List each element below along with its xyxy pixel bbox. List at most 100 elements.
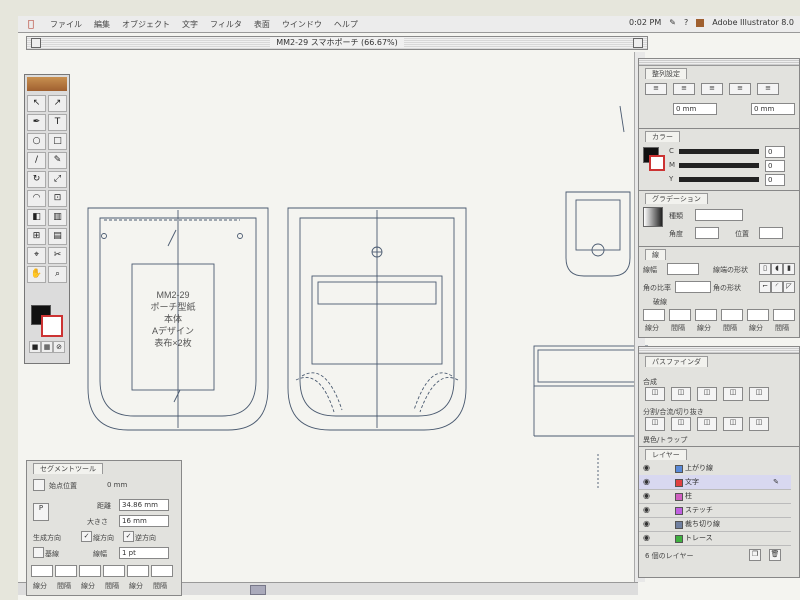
seg-dash-field-1[interactable] — [31, 565, 53, 577]
color-mode-icon[interactable]: ■ — [29, 341, 41, 353]
pathfinder-panel-tab[interactable]: パスファインダ — [645, 356, 708, 367]
seg-dash-field-3[interactable] — [127, 565, 149, 577]
close-box-icon[interactable] — [31, 38, 41, 48]
color-stroke-swatch[interactable] — [649, 155, 665, 171]
seg-gap-field-3[interactable] — [151, 565, 173, 577]
menu-file[interactable]: ファイル — [50, 19, 82, 30]
stroke-color-swatch[interactable] — [41, 315, 63, 337]
app-name[interactable]: Adobe Illustrator 8.0 — [712, 18, 794, 27]
unite-button[interactable]: ◫ — [645, 387, 665, 401]
weight-field[interactable]: 1 pt — [119, 547, 169, 559]
gap-field-1[interactable] — [669, 309, 691, 321]
reverse-checkbox[interactable]: ✓ — [123, 531, 134, 542]
none-mode-icon[interactable]: ⊘ — [53, 341, 65, 353]
pencil-tool-icon[interactable]: ✎ — [48, 152, 67, 169]
scissors-tool-icon[interactable]: ✂ — [48, 247, 67, 264]
eye-icon[interactable]: ◉ — [643, 503, 650, 517]
seg-gap-field-1[interactable] — [55, 565, 77, 577]
scroll-thumb[interactable] — [250, 585, 266, 595]
align-value-1[interactable]: 0 mm — [673, 103, 717, 115]
align-top-button[interactable]: ≡ — [729, 83, 751, 95]
color-panel-tab[interactable]: カラー — [645, 131, 680, 142]
eye-icon[interactable]: ◉ — [643, 461, 650, 475]
zoom-box-icon[interactable] — [633, 38, 643, 48]
stroke-miter-field[interactable] — [675, 281, 711, 293]
eye-icon[interactable]: ◉ — [643, 475, 650, 489]
trim-button[interactable]: ◫ — [671, 417, 691, 431]
cap-butt-button[interactable]: ▯ — [759, 263, 771, 275]
menu-object[interactable]: オブジェクト — [122, 19, 170, 30]
stroke-weight-field[interactable] — [667, 263, 699, 275]
layer-row[interactable]: ◉ ステッチ — [639, 503, 791, 518]
gradient-panel-tab[interactable]: グラデーション — [645, 193, 708, 204]
minus-back-button[interactable]: ◫ — [749, 387, 769, 401]
corner-miter-button[interactable]: ⌐ — [759, 281, 771, 293]
rectangle-tool-icon[interactable]: □ — [48, 133, 67, 150]
menu-filter[interactable]: フィルタ — [210, 19, 242, 30]
layer-row[interactable]: ◉ 上がり線 — [639, 461, 791, 476]
corner-round-button[interactable]: ◜ — [771, 281, 783, 293]
zoom-tool-icon[interactable]: ⌕ — [48, 266, 67, 283]
help-icon[interactable]: ? — [684, 18, 688, 27]
gap-field-3[interactable] — [773, 309, 795, 321]
segment-p-button[interactable]: P — [33, 503, 49, 521]
exclude-button[interactable]: ◫ — [697, 387, 717, 401]
align-center-button[interactable]: ≡ — [673, 83, 695, 95]
eye-icon[interactable]: ◉ — [643, 531, 650, 545]
app-icon[interactable] — [696, 18, 705, 27]
cap-square-button[interactable]: ▮ — [783, 263, 795, 275]
rotate-tool-icon[interactable]: ↻ — [27, 171, 46, 188]
color-c-slider[interactable] — [679, 149, 759, 154]
cap-round-button[interactable]: ◖ — [771, 263, 783, 275]
distance-field[interactable]: 34.86 mm — [119, 499, 169, 511]
align-panel-tab[interactable]: 整列設定 — [645, 68, 687, 79]
gap-field-2[interactable] — [721, 309, 743, 321]
gradient-angle-field[interactable] — [695, 227, 719, 239]
apple-menu-icon[interactable]:  — [24, 19, 38, 30]
brush-tool-icon[interactable]: / — [27, 152, 46, 169]
baseline-checkbox[interactable] — [33, 547, 44, 558]
direct-selection-tool-icon[interactable]: ↗ — [48, 95, 67, 112]
menu-effect[interactable]: 表面 — [254, 19, 270, 30]
align-value-2[interactable]: 0 mm — [751, 103, 795, 115]
menu-edit[interactable]: 編集 — [94, 19, 110, 30]
intersect-button[interactable]: ◫ — [671, 387, 691, 401]
crop-button[interactable]: ◫ — [723, 417, 743, 431]
size-field[interactable]: 16 mm — [119, 515, 169, 527]
warp-tool-icon[interactable]: ◠ — [27, 190, 46, 207]
color-m-slider[interactable] — [679, 163, 759, 168]
stroke-panel-tab[interactable]: 線 — [645, 249, 666, 260]
color-y-field[interactable]: 0 — [765, 174, 785, 186]
free-transform-tool-icon[interactable]: ⊡ — [48, 190, 67, 207]
segment-panel-tab[interactable]: セグメントツール — [33, 463, 103, 474]
seg-dash-field-2[interactable] — [79, 565, 101, 577]
dash-field-3[interactable] — [747, 309, 769, 321]
seg-gap-field-2[interactable] — [103, 565, 125, 577]
dash-field-2[interactable] — [695, 309, 717, 321]
layer-row[interactable]: ◉ 裁ち切り線 — [639, 517, 791, 532]
eyedropper-tool-icon[interactable]: ⌖ — [27, 247, 46, 264]
gradient-mesh-tool-icon[interactable]: ⊞ — [27, 228, 46, 245]
scale-tool-icon[interactable]: ⤢ — [48, 171, 67, 188]
menu-help[interactable]: ヘルプ — [334, 19, 358, 30]
gradient-tool-icon[interactable]: ▤ — [48, 228, 67, 245]
layer-row[interactable]: ◉ 文字 ✎ — [639, 475, 791, 490]
ellipse-tool-icon[interactable]: ○ — [27, 133, 46, 150]
blend-tool-icon[interactable]: ◧ — [27, 209, 46, 226]
layers-panel-tab[interactable]: レイヤー — [645, 449, 687, 460]
divide-button[interactable]: ◫ — [645, 417, 665, 431]
dash-field-1[interactable] — [643, 309, 665, 321]
outline-button[interactable]: ◫ — [749, 417, 769, 431]
corner-bevel-button[interactable]: ◸ — [783, 281, 795, 293]
document-title-bar[interactable]: MM2-29 スマホポーチ (66.67%) — [26, 36, 648, 50]
gradient-mode-icon[interactable]: ▦ — [41, 341, 53, 353]
eye-icon[interactable]: ◉ — [643, 489, 650, 503]
hand-tool-icon[interactable]: ✋ — [27, 266, 46, 283]
align-left-button[interactable]: ≡ — [645, 83, 667, 95]
gradient-type-select[interactable] — [695, 209, 743, 221]
color-c-field[interactable]: 0 — [765, 146, 785, 158]
start-point-checkbox[interactable] — [33, 479, 45, 491]
graph-tool-icon[interactable]: ▥ — [48, 209, 67, 226]
new-layer-button[interactable]: ❐ — [749, 549, 761, 561]
align-right-button[interactable]: ≡ — [701, 83, 723, 95]
